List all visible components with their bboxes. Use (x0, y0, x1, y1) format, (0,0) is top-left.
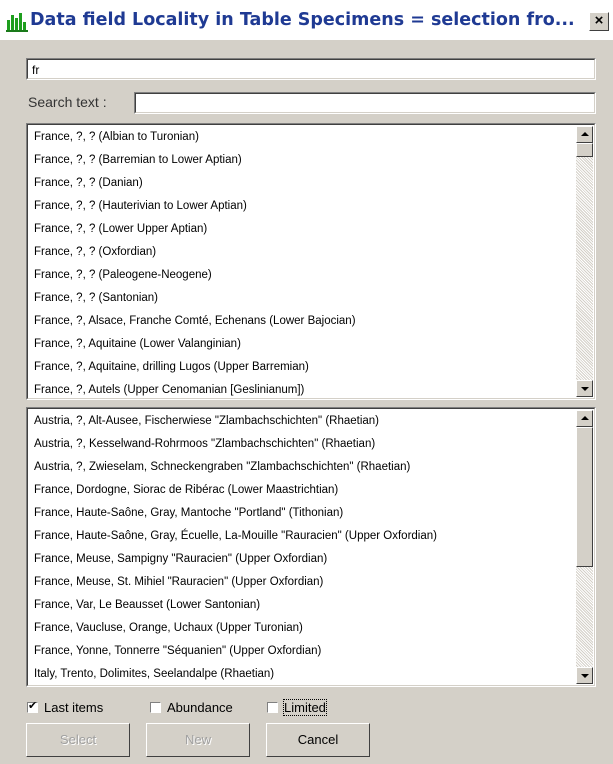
list-item[interactable]: France, ?, ? (Lower Upper Aptian) (31, 218, 573, 241)
arrow-up-icon (581, 132, 589, 136)
cancel-button[interactable]: Cancel (266, 723, 370, 757)
close-button[interactable]: × (589, 12, 609, 31)
filter-input-value: fr (32, 63, 40, 77)
recent-localities-items: Austria, ?, Alt-Ausee, Fischerwiese "Zla… (31, 410, 573, 684)
abundance-label[interactable]: Abundance (167, 700, 233, 715)
list-item[interactable]: France, Vaucluse, Orange, Uchaux (Upper … (31, 617, 573, 640)
list-item[interactable]: France, Meuse, St. Mihiel "Rauracien" (U… (31, 571, 573, 594)
list-item[interactable]: France, Yonne, Tonnerre "Séquanien" (Upp… (31, 640, 573, 663)
arrow-up-icon (581, 416, 589, 420)
checkmark-icon: ✔ (28, 699, 38, 712)
locality-candidates-list[interactable]: France, ?, ? (Albian to Turonian) France,… (26, 123, 596, 400)
arrow-down-icon (581, 387, 589, 391)
scroll-down-button[interactable] (576, 667, 593, 684)
upper-list-scrollbar[interactable] (576, 126, 593, 397)
window-title: Data field Locality in Table Specimens =… (30, 10, 575, 30)
arrow-down-icon (581, 674, 589, 678)
scroll-thumb[interactable] (576, 143, 593, 157)
list-item[interactable]: France, ?, ? (Barremian to Lower Aptian) (31, 149, 573, 172)
select-button[interactable]: Select (26, 723, 130, 757)
list-item[interactable]: France, Meuse, Sampigny "Rauracien" (Upp… (31, 548, 573, 571)
search-text-input[interactable] (134, 92, 596, 114)
last-items-checkbox[interactable]: ✔ (27, 699, 38, 713)
chart-bar-icon (6, 13, 28, 32)
last-items-label[interactable]: Last items (44, 700, 103, 715)
scroll-thumb[interactable] (576, 427, 593, 567)
limited-checkbox[interactable] (267, 702, 278, 713)
locality-candidates-items: France, ?, ? (Albian to Turonian) France,… (31, 126, 573, 397)
list-item[interactable]: France, ?, Autels (Upper Cenomanian [Ges… (31, 379, 573, 397)
list-item[interactable]: Austria, ?, Kesselwand-Rohrmoos "Zlambac… (31, 433, 573, 456)
dialog-window: Data field Locality in Table Specimens =… (0, 0, 613, 764)
list-item[interactable]: France, ?, ? (Santonian) (31, 287, 573, 310)
scroll-up-button[interactable] (576, 410, 593, 427)
list-item[interactable]: France, ?, Aquitaine, drilling Lugos (Up… (31, 356, 573, 379)
list-item[interactable]: Austria, ?, Zwieselam, Schneckengraben "… (31, 456, 573, 479)
list-item[interactable]: France, ?, ? (Danian) (31, 172, 573, 195)
scroll-down-button[interactable] (576, 380, 593, 397)
filter-input[interactable]: fr (26, 58, 596, 80)
list-item[interactable]: France, ?, ? (Paleogene-Neogene) (31, 264, 573, 287)
list-item[interactable]: Austria, ?, Alt-Ausee, Fischerwiese "Zla… (31, 410, 573, 433)
list-item[interactable]: France, ?, ? (Hauterivian to Lower Aptia… (31, 195, 573, 218)
scroll-up-button[interactable] (576, 126, 593, 143)
title-bar[interactable]: Data field Locality in Table Specimens =… (0, 0, 613, 40)
list-item[interactable]: France, Dordogne, Siorac de Ribérac (Low… (31, 479, 573, 502)
list-item[interactable]: France, ?, Aquitaine (Lower Valanginian) (31, 333, 573, 356)
list-item[interactable]: France, ?, ? (Albian to Turonian) (31, 126, 573, 149)
lower-list-scrollbar[interactable] (576, 410, 593, 684)
recent-localities-list[interactable]: Austria, ?, Alt-Ausee, Fischerwiese "Zla… (26, 407, 596, 687)
list-item[interactable]: France, ?, Alsace, Franche Comté, Echena… (31, 310, 573, 333)
close-icon: × (594, 12, 604, 29)
limited-label[interactable]: Limited (283, 699, 327, 716)
list-item[interactable]: France, ?, ? (Oxfordian) (31, 241, 573, 264)
search-text-label: Search text : (28, 94, 107, 110)
list-item[interactable]: France, Haute-Saône, Gray, Écuelle, La-M… (31, 525, 573, 548)
new-button[interactable]: New (146, 723, 250, 757)
list-item[interactable]: Italy, Trento, Dolimites, Seelandalpe (R… (31, 663, 573, 684)
list-item[interactable]: France, Var, Le Beausset (Lower Santonia… (31, 594, 573, 617)
list-item[interactable]: France, Haute-Saône, Gray, Mantoche "Por… (31, 502, 573, 525)
abundance-checkbox[interactable] (150, 702, 161, 713)
